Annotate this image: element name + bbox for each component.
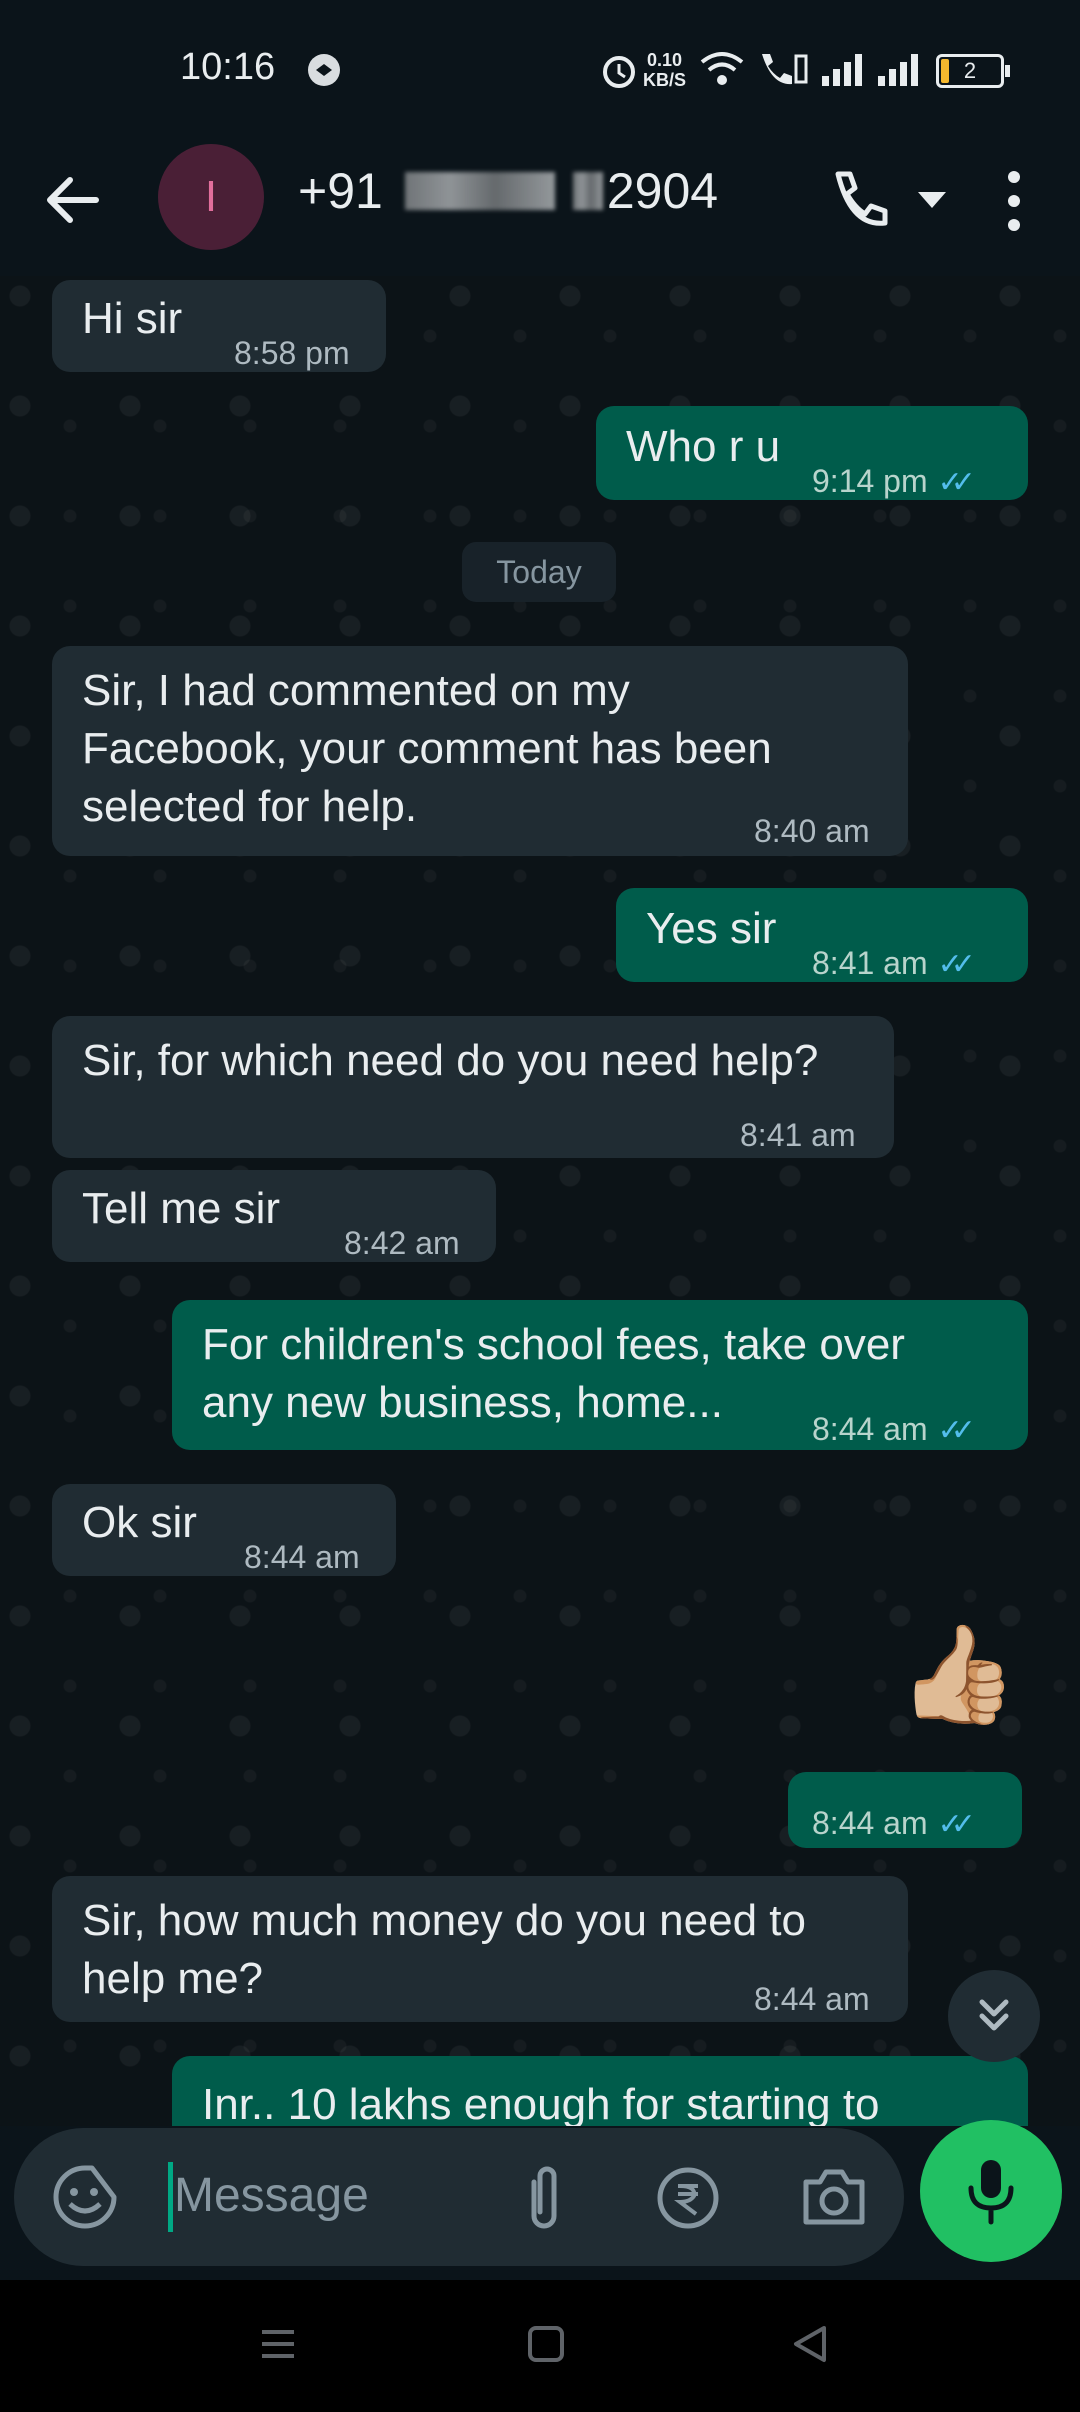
status-bar: 10:16 0.10 KB/S 2 <box>0 0 1080 140</box>
read-receipt-icon: ✓✓ <box>937 1808 976 1841</box>
voice-record-button[interactable] <box>920 2120 1062 2262</box>
chat-area[interactable]: Hi sir 8:58 pm Who r u 9:14 pm ✓✓ Today S… <box>0 276 1080 2126</box>
recent-apps-icon[interactable] <box>258 2324 298 2364</box>
back-nav-icon[interactable] <box>790 2324 830 2364</box>
read-receipt-icon: ✓✓ <box>937 948 976 981</box>
message-outgoing[interactable]: 8:44 am ✓✓ <box>788 1772 1022 1848</box>
redacted-number <box>404 172 555 210</box>
battery-icon: 2 <box>936 54 1010 88</box>
volte-call-icon <box>762 54 808 85</box>
home-icon[interactable] <box>526 2324 566 2364</box>
attach-icon[interactable] <box>520 2164 568 2234</box>
message-outgoing[interactable]: For children's school fees, take over an… <box>172 1300 1028 1450</box>
message-incoming[interactable]: Sir, how much money do you need to help … <box>52 1876 908 2022</box>
text-cursor <box>168 2162 173 2232</box>
avatar[interactable]: I <box>158 144 264 250</box>
date-divider: Today <box>462 542 616 602</box>
signal-2-icon <box>878 54 918 86</box>
more-options-icon[interactable] <box>998 168 1030 234</box>
network-speed: 0.10 KB/S <box>643 50 687 90</box>
message-incoming[interactable]: Sir, for which need do you need help? 8:… <box>52 1016 894 1158</box>
rupee-icon[interactable] <box>656 2166 720 2230</box>
message-incoming[interactable]: Ok sir 8:44 am <box>52 1484 396 1576</box>
alarm-icon <box>603 56 635 88</box>
wifi-icon <box>700 52 744 85</box>
message-outgoing[interactable]: Inr.. 10 lakhs enough for starting to <box>172 2056 1028 2126</box>
mic-icon <box>968 2160 1014 2225</box>
signal-1-icon <box>822 54 862 86</box>
read-receipt-icon: ✓✓ <box>937 1414 976 1447</box>
thumbs-up-emoji[interactable]: 👍🏼 <box>898 1620 1018 1730</box>
app-notification-icon <box>308 54 340 86</box>
chat-header: I +91 2904 <box>0 140 1080 276</box>
phone-icon[interactable] <box>826 168 890 232</box>
message-outgoing[interactable]: Yes sir 8:41 am ✓✓ <box>616 888 1028 982</box>
message-outgoing[interactable]: Who r u 9:14 pm ✓✓ <box>596 406 1028 500</box>
dropdown-icon[interactable] <box>916 188 948 212</box>
scroll-to-bottom-button[interactable] <box>948 1970 1040 2062</box>
message-compose-bar[interactable]: Message <box>14 2128 904 2266</box>
camera-icon[interactable] <box>802 2168 866 2226</box>
message-input[interactable]: Message <box>174 2168 369 2223</box>
message-incoming[interactable]: Hi sir 8:58 pm <box>52 280 386 372</box>
back-arrow-icon[interactable] <box>44 172 100 228</box>
double-chevron-down-icon <box>979 1999 1009 2031</box>
status-time: 10:16 <box>180 46 276 88</box>
system-nav-bar <box>0 2280 1080 2412</box>
message-incoming[interactable]: Tell me sir 8:42 am <box>52 1170 496 1262</box>
emoji-icon[interactable] <box>52 2164 118 2230</box>
read-receipt-icon: ✓✓ <box>937 466 976 499</box>
message-incoming[interactable]: Sir, I had commented on my Facebook, you… <box>52 646 908 856</box>
contact-name[interactable]: +91 2904 <box>298 162 718 220</box>
